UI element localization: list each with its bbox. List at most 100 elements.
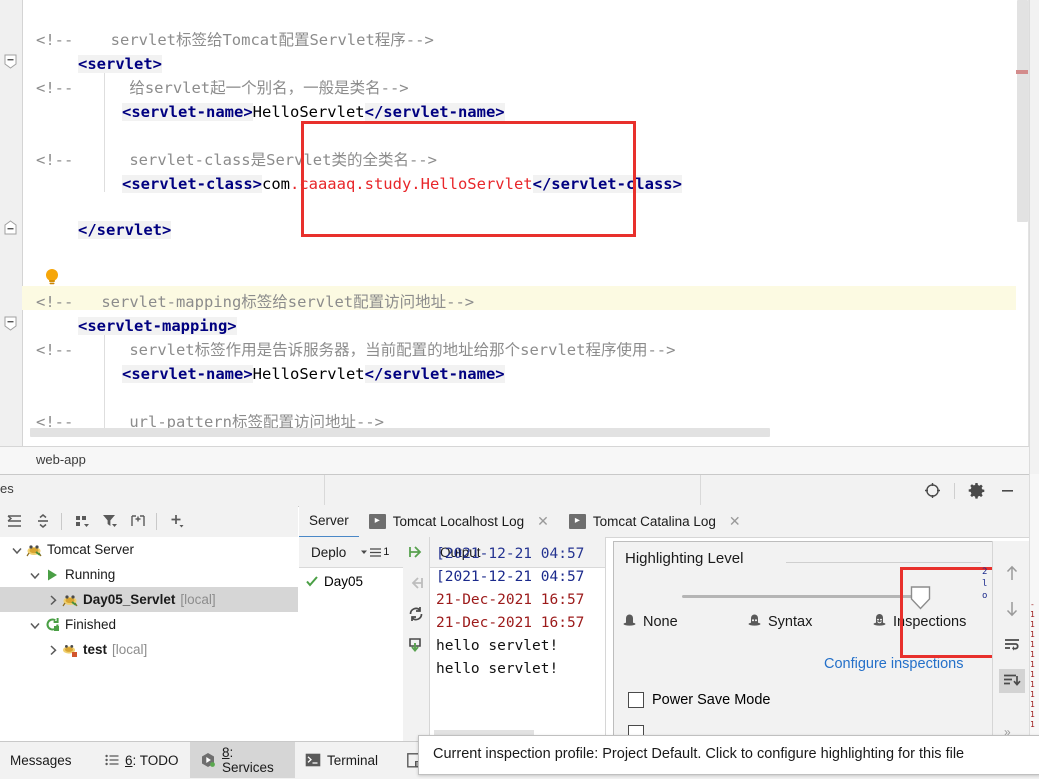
editor-horizontal-scrollbar[interactable] [30, 428, 770, 437]
header-divider [954, 482, 955, 499]
run-green-icon [44, 567, 60, 583]
list-icon [370, 547, 382, 557]
code-token-tag: <servlet-name> [122, 103, 253, 121]
highlighting-option-none[interactable]: None [622, 612, 747, 631]
output-lines: [2021-12-21 04:57 [2021-12-21 04:57 21-Dec… [436, 546, 585, 681]
deployment-side-toolbar[interactable] [403, 537, 430, 744]
tree-row-suffix: [local] [180, 592, 216, 607]
minimize-icon[interactable] [998, 481, 1017, 500]
intention-bulb-icon[interactable] [44, 268, 60, 286]
tree-row-day05-servlet[interactable]: Day05_Servlet [local] [0, 587, 298, 612]
code-line[interactable]: <servlet-name>HelloServlet</servlet-name… [122, 362, 505, 386]
locate-icon[interactable] [923, 481, 942, 500]
code-line[interactable]: </servlet> [78, 218, 172, 242]
code-line[interactable]: <servlet> [78, 52, 162, 76]
code-line[interactable]: <servlet-class>com.caaaaq.study.HelloSer… [122, 172, 682, 196]
tree-row-test[interactable]: test [local] [0, 637, 298, 662]
code-line[interactable]: <!-- servlet-mapping标签给servlet配置访问地址--> [36, 290, 474, 314]
power-save-mode-checkbox[interactable]: Power Save Mode [628, 692, 770, 708]
scroll-to-end-icon[interactable] [998, 669, 1025, 693]
filter-icon[interactable] [97, 508, 123, 534]
console-side-rail[interactable] [992, 541, 1030, 758]
settings-gear-icon[interactable] [967, 481, 986, 500]
configure-inspections-link[interactable]: Configure inspections [824, 656, 963, 672]
tab-server[interactable]: Server [299, 505, 359, 538]
deployment-header-badge-group[interactable]: 1 [360, 546, 389, 558]
code-line[interactable]: <servlet-mapping> [78, 314, 237, 338]
tab-label: Server [309, 512, 349, 528]
highlighting-slider-thumb[interactable] [910, 586, 931, 613]
code-editor[interactable]: <!-- servlet标签给Tomcat配置Servlet程序--> <serv… [0, 0, 1039, 446]
status-tab-terminal[interactable]: Terminal [295, 742, 397, 778]
highlighting-option-inspections[interactable]: Inspections [872, 612, 966, 631]
services-toolbar[interactable] [0, 505, 298, 538]
code-line[interactable]: <!-- servlet-class是Servlet类的全类名--> [36, 148, 437, 172]
hidden-log-peek: 2lo [982, 567, 988, 601]
chevron-right-icon[interactable] [46, 643, 60, 657]
chevron-down-icon[interactable] [10, 543, 24, 557]
collapse-all-icon[interactable] [30, 508, 56, 534]
output-line: 21-Dec-2021 16:57 [436, 615, 585, 631]
close-icon[interactable]: ✕ [729, 513, 741, 530]
checkbox-box[interactable] [628, 692, 644, 708]
soft-wrap-icon[interactable] [999, 633, 1025, 657]
group-by-icon[interactable] [69, 508, 95, 534]
breadcrumb[interactable]: web-app [0, 446, 1029, 475]
tree-row-label: Day05_Servlet [83, 592, 176, 607]
add-icon[interactable] [164, 508, 190, 534]
tab-tomcat-catalina-log[interactable]: ▸ Tomcat Catalina Log ✕ [559, 506, 751, 537]
deployment-badge-count: 1 [383, 546, 390, 558]
tree-row-label: Finished [65, 617, 117, 632]
redeploy-icon[interactable] [405, 603, 427, 625]
deployment-panel: Deplo 1 Day05 [299, 537, 404, 740]
services-tree[interactable]: Tomcat Server Running Day05_Servlet [local]… [0, 537, 298, 740]
tree-row-running[interactable]: Running [0, 562, 298, 587]
highlighting-option-syntax[interactable]: Syntax [747, 612, 872, 631]
ide-window: <!-- servlet标签给Tomcat配置Servlet程序--> <serv… [0, 0, 1039, 779]
status-tab-6-todo[interactable]: 6: TODO [95, 742, 190, 778]
arrow-up-icon[interactable] [999, 561, 1025, 585]
run-console-icon: ▸ [368, 513, 386, 529]
tomcat-icon [62, 592, 78, 608]
status-tab-label: Terminal [327, 752, 379, 768]
tab-tomcat-localhost-log[interactable]: ▸ Tomcat Localhost Log ✕ [359, 506, 559, 537]
scrollbar-thumb[interactable] [1017, 0, 1028, 222]
fold-marker-collapse-2-icon[interactable] [4, 316, 17, 331]
chevron-down-icon[interactable] [28, 568, 42, 582]
expand-all-icon[interactable] [2, 508, 28, 534]
inspection-profile-tooltip: Current inspection profile: Project Defa… [418, 735, 1039, 775]
log-tab-bar[interactable]: Server ▸ Tomcat Localhost Log ✕ ▸ Tomcat Cata… [299, 505, 1029, 538]
fold-marker-collapse-icon[interactable] [4, 54, 17, 69]
status-tab-label: 8: Services [222, 745, 274, 775]
status-tab-mnemonic: 6 [125, 752, 133, 768]
deploy-green-icon[interactable] [405, 541, 427, 563]
deployment-header[interactable]: Deplo 1 [299, 537, 403, 568]
code-token-text: HelloServlet [252, 103, 365, 121]
status-tab-messages[interactable]: Messages [0, 742, 95, 778]
tree-row-label: test [83, 642, 108, 657]
header-segment-mid [324, 475, 701, 506]
deployment-item[interactable]: Day05 [299, 568, 403, 594]
close-icon[interactable]: ✕ [537, 513, 549, 530]
tree-row-label: Running [65, 567, 116, 582]
fold-marker-collapse-end-icon[interactable] [4, 220, 17, 235]
chevron-down-icon[interactable] [28, 618, 42, 632]
highlighting-options: None Syntax Inspections [622, 612, 982, 631]
output-panel[interactable]: Output [2021-12-21 04:57 [2021-12-21 04:5… [430, 537, 606, 740]
tree-row-tomcat-server[interactable]: Tomcat Server [0, 537, 298, 562]
breadcrumb-label[interactable]: web-app [36, 452, 86, 467]
code-line[interactable]: <!-- servlet标签作用是告诉服务器，当前配置的地址给那个servlet… [36, 338, 675, 362]
code-line[interactable]: <servlet-name>HelloServlet</servlet-name… [122, 100, 505, 124]
arrow-down-icon[interactable] [999, 597, 1025, 621]
code-line[interactable]: <!-- 给servlet起一个别名，一般是类名--> [36, 76, 409, 100]
download-green-icon[interactable] [405, 634, 427, 656]
code-line[interactable]: <!-- servlet标签给Tomcat配置Servlet程序--> [36, 28, 434, 52]
code-token-tag: </servlet> [78, 221, 172, 239]
check-green-icon [306, 576, 318, 587]
highlighting-slider-track[interactable] [682, 595, 915, 598]
status-tab-8-services[interactable]: 8: Services [190, 742, 295, 778]
add-frame-icon[interactable] [125, 508, 151, 534]
tree-row-finished[interactable]: Finished [0, 612, 298, 637]
chevron-right-icon[interactable] [46, 593, 60, 607]
code-token-comment: <!-- 给servlet起一个别名，一般是类名--> [36, 79, 409, 97]
